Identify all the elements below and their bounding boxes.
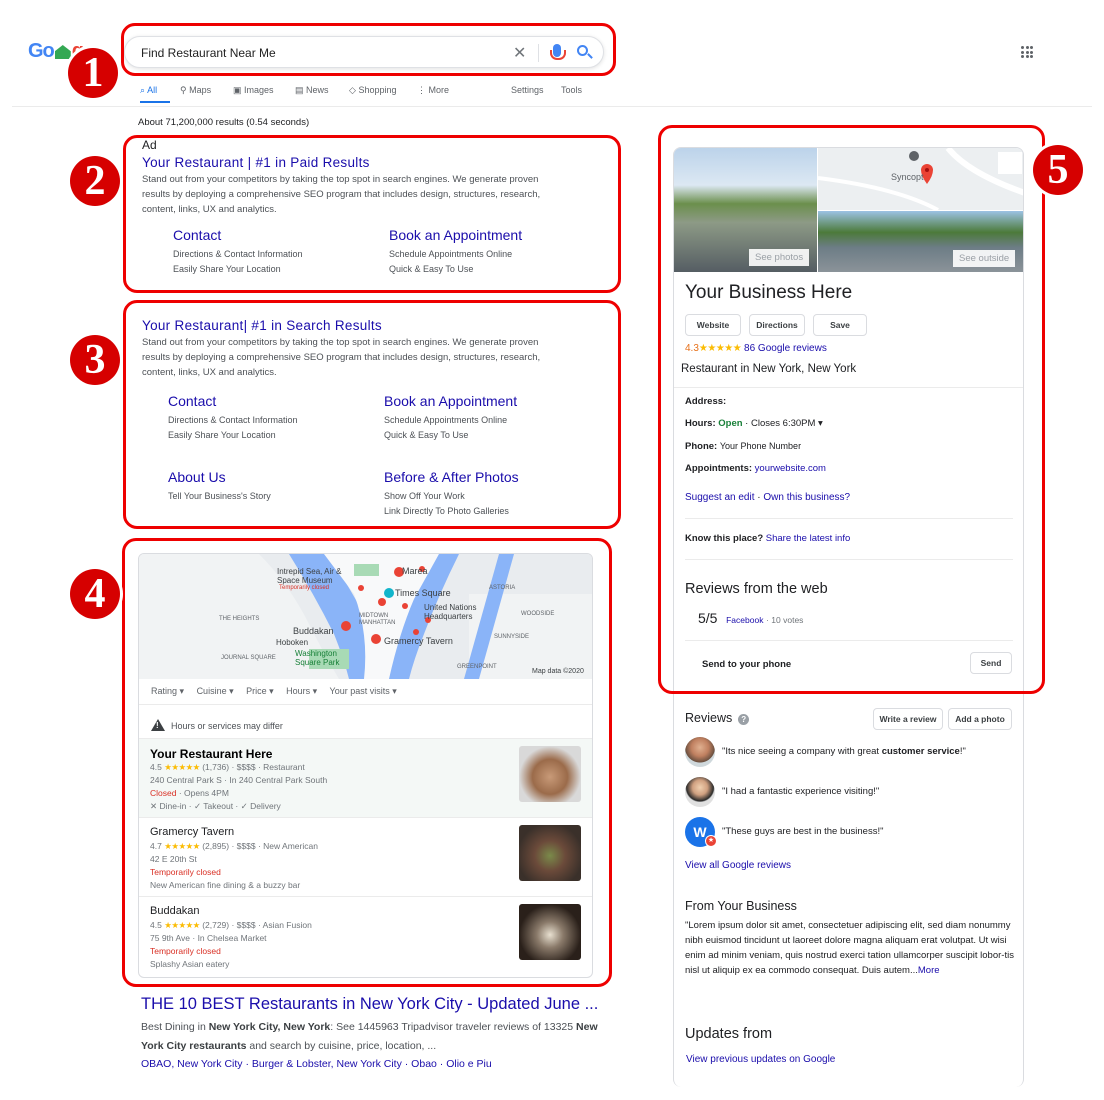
tab-tools[interactable]: Tools	[561, 85, 582, 95]
tag-icon: ◇	[349, 85, 356, 95]
annotation-box-4	[122, 538, 612, 987]
review-quote: "Its nice seeing a company with great cu…	[722, 746, 966, 757]
tab-images[interactable]: ▣ Images	[233, 85, 274, 96]
help-icon[interactable]: ?	[738, 714, 750, 725]
tab-shopping[interactable]: ◇ Shopping	[349, 85, 396, 96]
write-review-button[interactable]: Write a review	[873, 708, 943, 730]
from-business-title: From Your Business	[685, 899, 797, 913]
local-guide-star-icon: ★	[705, 835, 717, 847]
reviews-title: Reviews?	[685, 711, 750, 725]
updates-title: Updates from	[685, 1026, 773, 1042]
annotation-box-3	[123, 300, 621, 529]
annotation-badge-4: 4	[70, 569, 120, 619]
tab-news[interactable]: ▤ News	[295, 85, 329, 96]
reviewer-avatar	[685, 737, 715, 767]
annotation-box-5	[658, 125, 1045, 694]
image-icon: ▣	[233, 85, 242, 95]
header-divider	[12, 106, 1092, 107]
annotation-box-1	[121, 23, 616, 76]
organic-result-title[interactable]: THE 10 BEST Restaurants in New York City…	[141, 995, 598, 1014]
more-link[interactable]: More	[918, 965, 940, 976]
organic-result-links[interactable]: OBAO, New York City · Burger & Lobster, …	[141, 1058, 492, 1070]
organic-result-desc: Best Dining in New York City, New York: …	[141, 1021, 598, 1052]
review-quote: "These guys are best in the business!"	[722, 826, 884, 837]
add-photo-button[interactable]: Add a photo	[948, 708, 1012, 730]
review-quote: "I had a fantastic experience visiting!"	[722, 786, 880, 797]
tab-settings[interactable]: Settings	[511, 85, 544, 95]
tab-all[interactable]: ⌕ All	[140, 85, 157, 96]
search-icon: ⌕	[140, 85, 146, 95]
news-icon: ▤	[295, 85, 304, 95]
house-logo-icon	[54, 45, 71, 59]
annotation-badge-2: 2	[70, 156, 120, 206]
tab-more[interactable]: ⋮ More	[417, 85, 449, 96]
dots-icon: ⋮	[417, 85, 426, 95]
tab-maps[interactable]: ⚲ Maps	[180, 85, 211, 96]
active-tab-underline	[140, 101, 170, 103]
pin-icon: ⚲	[180, 85, 187, 95]
from-business-text: "Lorem ipsum dolor sit amet, consectetue…	[685, 920, 1014, 976]
reviewer-avatar	[685, 777, 715, 807]
logo-text-a: Go	[28, 40, 55, 62]
annotation-box-2	[123, 135, 621, 293]
apps-grid-icon[interactable]	[1021, 46, 1033, 58]
annotation-badge-3: 3	[70, 335, 120, 385]
result-stats: About 71,200,000 results (0.54 seconds)	[138, 117, 310, 128]
annotation-badge-1: 1	[68, 48, 118, 98]
annotation-badge-5: 5	[1033, 145, 1083, 195]
view-all-reviews-link[interactable]: View all Google reviews	[685, 860, 791, 871]
previous-updates-link[interactable]: View previous updates on Google	[686, 1054, 835, 1065]
